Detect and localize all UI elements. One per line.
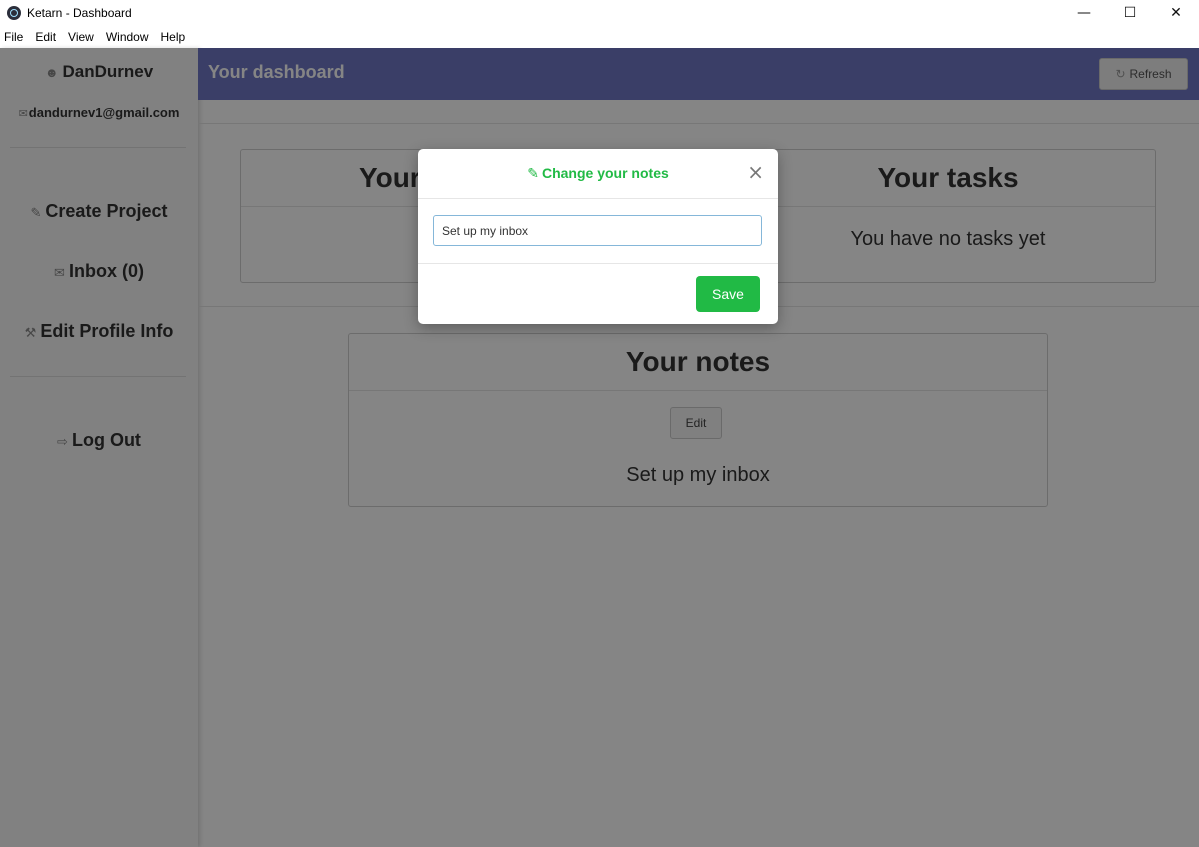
app-logo-icon [7,6,21,20]
modal-title: ✎ Change your notes [418,165,778,182]
notes-input[interactable] [433,215,762,246]
menu-window[interactable]: Window [106,30,149,44]
modal-header: ✎ Change your notes × [418,149,778,199]
close-window-button[interactable]: ✕ [1153,0,1199,26]
menu-bar: File Edit View Window Help [0,26,1199,48]
change-notes-modal: ✎Change your notes × Save [418,149,778,324]
window-controls: — ☐ ✕ [1061,0,1199,26]
menu-file[interactable]: File [4,30,23,44]
modal-title-text: Change your notes [541,165,669,181]
menu-view[interactable]: View [68,30,94,44]
menu-help[interactable]: Help [161,30,186,44]
minimize-button[interactable]: — [1061,0,1107,26]
maximize-button[interactable]: ☐ [1107,0,1153,26]
window-titlebar: Ketarn - Dashboard — ☐ ✕ [0,0,1199,26]
pencil-icon: ✎ [527,165,539,181]
menu-edit[interactable]: Edit [35,30,56,44]
modal-footer-divider [418,263,778,264]
close-icon[interactable]: × [747,161,764,183]
save-button[interactable]: Save [696,276,760,312]
window-title: Ketarn - Dashboard [27,6,132,20]
